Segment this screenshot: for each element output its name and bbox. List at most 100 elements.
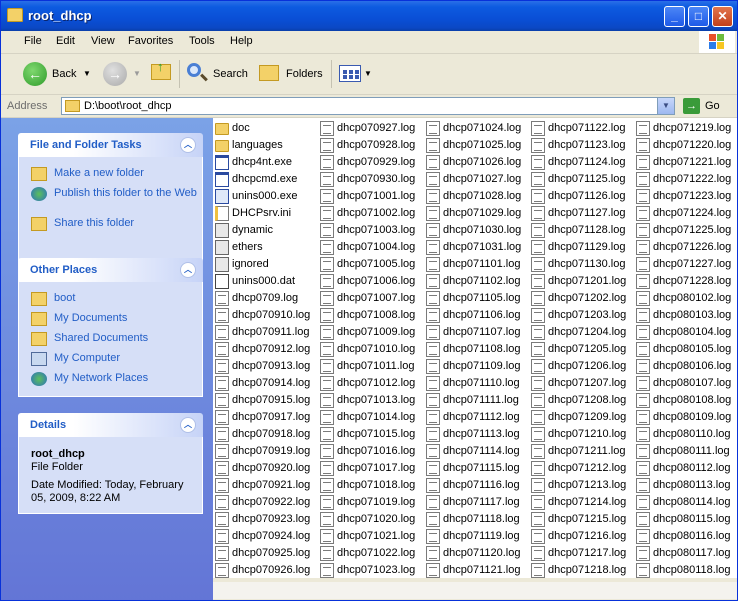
file-item[interactable]: dhcp070922.log	[213, 494, 317, 511]
file-item[interactable]: dhcp071120.log	[424, 545, 528, 562]
file-item[interactable]: dhcp071029.log	[424, 205, 528, 222]
menu-favorites[interactable]: Favorites	[128, 35, 173, 47]
title-bar[interactable]: root_dhcp _ □ ✕	[1, 1, 737, 31]
file-item[interactable]: dhcp071218.log	[529, 562, 633, 578]
collapse-chevron-icon[interactable]: ︿	[180, 137, 196, 153]
file-item[interactable]: dhcp071217.log	[529, 545, 633, 562]
file-item[interactable]: dhcp070919.log	[213, 443, 317, 460]
back-button[interactable]: ← Back ▼	[21, 54, 96, 94]
file-item[interactable]: dhcp071115.log	[424, 460, 528, 477]
file-item[interactable]: dhcp071017.log	[318, 460, 422, 477]
forward-dropdown-icon[interactable]: ▼	[133, 69, 141, 78]
panel-header[interactable]: Other Places ︿	[18, 258, 203, 282]
file-item[interactable]: dhcp071106.log	[424, 307, 528, 324]
file-item[interactable]: dhcp070912.log	[213, 341, 317, 358]
file-item[interactable]: dhcp080118.log	[634, 562, 737, 578]
file-item[interactable]: dhcp071210.log	[529, 426, 633, 443]
file-item[interactable]: dhcp071206.log	[529, 358, 633, 375]
search-button[interactable]: Search	[185, 54, 251, 94]
file-item[interactable]: dhcp071114.log	[424, 443, 528, 460]
maximize-button[interactable]: □	[688, 6, 709, 27]
file-item[interactable]: dhcp071005.log	[318, 256, 422, 273]
file-item[interactable]: dhcp071030.log	[424, 222, 528, 239]
file-item[interactable]: dhcp070927.log	[318, 120, 422, 137]
file-item[interactable]: dhcp070911.log	[213, 324, 317, 341]
file-item[interactable]: dhcp080107.log	[634, 375, 737, 392]
menu-file[interactable]: File	[24, 35, 42, 47]
menu-edit[interactable]: Edit	[56, 35, 75, 47]
file-item[interactable]: unins000.exe	[213, 188, 317, 205]
file-item[interactable]: dhcp071019.log	[318, 494, 422, 511]
menu-view[interactable]: View	[91, 35, 115, 47]
file-item[interactable]: dhcp071027.log	[424, 171, 528, 188]
file-item[interactable]: dhcp071118.log	[424, 511, 528, 528]
file-item[interactable]: dhcp071121.log	[424, 562, 528, 578]
file-item[interactable]: dhcp071004.log	[318, 239, 422, 256]
file-item[interactable]: dhcp071226.log	[634, 239, 737, 256]
file-item[interactable]: dhcp071028.log	[424, 188, 528, 205]
file-item[interactable]: dhcp071122.log	[529, 120, 633, 137]
file-item[interactable]: doc	[213, 120, 317, 137]
file-item[interactable]: dhcp071205.log	[529, 341, 633, 358]
file-item[interactable]: dynamic	[213, 222, 317, 239]
file-item[interactable]: dhcp080113.log	[634, 477, 737, 494]
file-item[interactable]: dhcp071209.log	[529, 409, 633, 426]
file-item[interactable]: dhcp080112.log	[634, 460, 737, 477]
file-item[interactable]: dhcp071026.log	[424, 154, 528, 171]
file-item[interactable]: dhcp071214.log	[529, 494, 633, 511]
file-item[interactable]: dhcp071001.log	[318, 188, 422, 205]
file-item[interactable]: dhcp071129.log	[529, 239, 633, 256]
file-item[interactable]: dhcp071002.log	[318, 205, 422, 222]
views-dropdown-icon[interactable]: ▼	[364, 69, 372, 78]
collapse-chevron-icon[interactable]: ︿	[180, 262, 196, 278]
file-item[interactable]: dhcp080114.log	[634, 494, 737, 511]
menu-tools[interactable]: Tools	[189, 35, 215, 47]
file-item[interactable]: dhcp071130.log	[529, 256, 633, 273]
file-item[interactable]: dhcp071016.log	[318, 443, 422, 460]
file-item[interactable]: dhcp071110.log	[424, 375, 528, 392]
file-item[interactable]: dhcp080108.log	[634, 392, 737, 409]
file-item[interactable]: dhcp071220.log	[634, 137, 737, 154]
file-item[interactable]: dhcp071010.log	[318, 341, 422, 358]
file-item[interactable]: dhcp071223.log	[634, 188, 737, 205]
file-item[interactable]: languages	[213, 137, 317, 154]
file-item[interactable]: ignored	[213, 256, 317, 273]
file-item[interactable]: dhcp071013.log	[318, 392, 422, 409]
file-item[interactable]: DHCPsrv.ini	[213, 205, 317, 222]
file-item[interactable]: dhcp070913.log	[213, 358, 317, 375]
file-item[interactable]: dhcp071113.log	[424, 426, 528, 443]
file-item[interactable]: dhcp070915.log	[213, 392, 317, 409]
file-item[interactable]: dhcp071023.log	[318, 562, 422, 578]
file-item[interactable]: dhcp071012.log	[318, 375, 422, 392]
file-item[interactable]: dhcp080116.log	[634, 528, 737, 545]
file-item[interactable]: dhcp080110.log	[634, 426, 737, 443]
file-item[interactable]: dhcp071015.log	[318, 426, 422, 443]
file-item[interactable]: dhcp071014.log	[318, 409, 422, 426]
go-button[interactable]: Go	[705, 100, 720, 112]
file-item[interactable]: dhcp071125.log	[529, 171, 633, 188]
file-item[interactable]: dhcp071207.log	[529, 375, 633, 392]
file-item[interactable]: dhcp071011.log	[318, 358, 422, 375]
file-item[interactable]: dhcp080104.log	[634, 324, 737, 341]
collapse-chevron-icon[interactable]: ︿	[180, 417, 196, 433]
horizontal-scrollbar[interactable]	[213, 581, 737, 599]
file-item[interactable]: dhcp071018.log	[318, 477, 422, 494]
file-item[interactable]: dhcp071009.log	[318, 324, 422, 341]
close-button[interactable]: ✕	[712, 6, 733, 27]
file-item[interactable]: dhcp071126.log	[529, 188, 633, 205]
file-item[interactable]: dhcp071109.log	[424, 358, 528, 375]
file-item[interactable]: dhcp071128.log	[529, 222, 633, 239]
address-dropdown-icon[interactable]: ▼	[657, 98, 674, 114]
file-item[interactable]: dhcp071215.log	[529, 511, 633, 528]
file-item[interactable]: dhcp071123.log	[529, 137, 633, 154]
file-item[interactable]: dhcp071003.log	[318, 222, 422, 239]
back-dropdown-icon[interactable]: ▼	[83, 69, 91, 78]
file-item[interactable]: dhcp070923.log	[213, 511, 317, 528]
file-item[interactable]: dhcp070928.log	[318, 137, 422, 154]
file-item[interactable]: dhcp071024.log	[424, 120, 528, 137]
file-item[interactable]: dhcp071203.log	[529, 307, 633, 324]
file-item[interactable]: dhcp071222.log	[634, 171, 737, 188]
folders-button[interactable]: Folders	[257, 54, 327, 94]
file-item[interactable]: dhcp0709.log	[213, 290, 317, 307]
forward-button[interactable]: → ▼	[101, 54, 146, 94]
